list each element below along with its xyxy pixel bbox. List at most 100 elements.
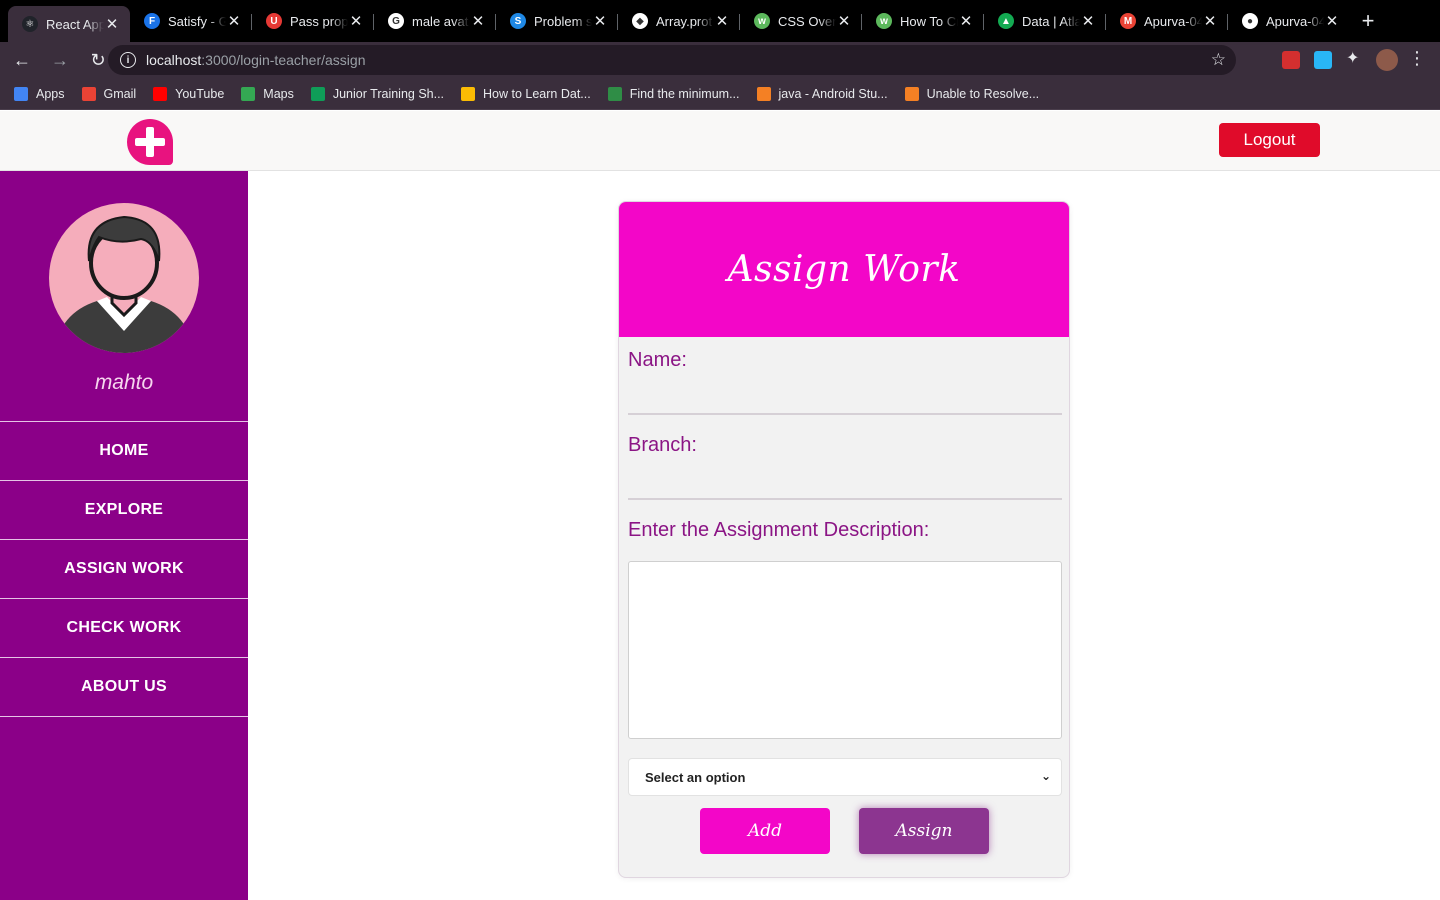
bookmark-label: How to Learn Dat...	[483, 86, 591, 101]
browser-tab[interactable]: Gmale avat ✕	[374, 0, 496, 42]
browser-tab[interactable]: w How To Cr ✕	[862, 0, 984, 42]
bookmark-label: Gmail	[103, 86, 137, 101]
bookmark-item[interactable]: Find the minimum...	[607, 86, 740, 101]
bookmark-favicon-icon	[14, 86, 28, 101]
tab-favicon-icon: ⚛	[22, 16, 38, 32]
profile-avatar[interactable]	[1376, 49, 1398, 71]
sidebar-item-check-work[interactable]: CHECK WORK	[0, 599, 248, 658]
browser-tab[interactable]: ⚛ React App ✕	[8, 6, 130, 42]
tab-title: Pass prop	[290, 13, 348, 29]
name-field[interactable]	[628, 413, 1062, 415]
avatar	[49, 203, 199, 353]
tab-title: Apurva-04	[1144, 13, 1202, 29]
puzzle-icon[interactable]: ✦	[1346, 48, 1364, 67]
browser-tab[interactable]: M Apurva-04 ✕	[1106, 0, 1228, 42]
description-label: Enter the Assignment Description:	[628, 519, 930, 541]
close-icon[interactable]: ✕	[226, 12, 242, 30]
close-icon[interactable]: ✕	[348, 12, 364, 30]
bookmark-item[interactable]: Junior Training Sh...	[310, 86, 445, 101]
close-icon[interactable]: ✕	[1324, 12, 1340, 30]
app-header: Logout	[0, 111, 1440, 171]
branch-field[interactable]	[628, 498, 1062, 500]
site-info-icon[interactable]: i	[120, 52, 136, 68]
bookmark-item[interactable]: YouTube	[153, 86, 224, 101]
bookmark-item[interactable]: Gmail	[81, 86, 137, 101]
bookmark-item[interactable]: How to Learn Dat...	[461, 86, 591, 101]
browser-toolbar: ← → ↻ i localhost:3000/login-teacher/ass…	[0, 42, 1440, 78]
browser-tab[interactable]: S Problem s ✕	[496, 0, 618, 42]
browser-tab[interactable]: ▲ Data | Atla ✕	[984, 0, 1106, 42]
sidebar: mahto HOME EXPLORE ASSIGN WORK CHECK WOR…	[0, 171, 248, 900]
close-icon[interactable]: ✕	[836, 12, 852, 30]
browser-tab[interactable]: ◆ Array.prot ✕	[618, 0, 740, 42]
close-icon[interactable]: ✕	[1202, 12, 1218, 30]
tab-favicon-icon: ▲	[998, 13, 1014, 29]
sidebar-item-explore[interactable]: EXPLORE	[0, 481, 248, 540]
browser-tab[interactable]: ● Apurva-04 ✕	[1228, 0, 1350, 42]
extension-icon[interactable]	[1282, 51, 1300, 69]
bookmark-item[interactable]: Apps	[14, 86, 65, 101]
sidebar-menu: HOME EXPLORE ASSIGN WORK CHECK WORK ABOU…	[0, 421, 248, 717]
tab-favicon-icon: M	[1120, 13, 1136, 29]
add-button[interactable]: Add	[700, 808, 830, 854]
bookmark-item[interactable]: java - Android Stu...	[756, 86, 888, 101]
bookmark-favicon-icon	[241, 86, 256, 101]
extension-icon[interactable]	[1314, 51, 1332, 69]
option-select[interactable]: Select an option ⌄	[628, 758, 1062, 796]
close-icon[interactable]: ✕	[104, 15, 120, 33]
medical-cross-logo[interactable]	[127, 119, 173, 165]
browser-tab[interactable]: F Satisfy - G ✕	[130, 0, 252, 42]
chevron-down-icon: ⌄	[1040, 769, 1051, 783]
select-value: Select an option	[645, 769, 746, 785]
bookmark-favicon-icon	[81, 86, 96, 101]
bookmark-item[interactable]: Maps	[241, 86, 294, 101]
bookmark-favicon-icon	[756, 86, 771, 101]
tab-title: Apurva-04	[1266, 13, 1324, 29]
assign-work-card: Assign Work Name: Branch: Enter the Assi…	[618, 201, 1070, 878]
tab-favicon-icon: G	[388, 13, 404, 29]
bookmark-label: Find the minimum...	[629, 86, 740, 101]
close-icon[interactable]: ✕	[1080, 12, 1096, 30]
bookmark-favicon-icon	[904, 86, 919, 101]
bookmark-favicon-icon	[310, 86, 325, 101]
browser-tab[interactable]: U Pass prop ✕	[252, 0, 374, 42]
forward-icon[interactable]: →	[44, 44, 76, 76]
tab-title: male avat	[412, 13, 469, 29]
bookmark-label: java - Android Stu...	[778, 86, 888, 101]
sidebar-item-about-us[interactable]: ABOUT US	[0, 658, 248, 717]
assign-button[interactable]: Assign	[859, 808, 989, 854]
close-icon[interactable]: ✕	[714, 12, 730, 30]
tab-favicon-icon: F	[144, 13, 160, 29]
tab-title: React App	[46, 16, 104, 32]
sidebar-item-home[interactable]: HOME	[0, 422, 248, 481]
url-path: :3000/login-teacher/assign	[201, 52, 366, 68]
bookmark-label: Junior Training Sh...	[332, 86, 445, 101]
url-host: localhost	[146, 52, 202, 68]
tab-title: Array.prot	[656, 13, 713, 29]
bookmark-favicon-icon	[607, 86, 622, 101]
tab-title: Problem s	[534, 13, 592, 29]
tab-favicon-icon: w	[876, 13, 892, 29]
address-bar[interactable]: i localhost:3000/login-teacher/assign ☆	[108, 45, 1236, 75]
menu-kebab-icon[interactable]: ⋮	[1408, 48, 1426, 69]
bookmark-item[interactable]: Unable to Resolve...	[904, 86, 1040, 101]
card-header: Assign Work	[619, 202, 1069, 337]
browser-tab[interactable]: w CSS Overf ✕	[740, 0, 862, 42]
close-icon[interactable]: ✕	[592, 12, 608, 30]
card-title: Assign Work	[727, 249, 961, 290]
bookmark-label: Maps	[263, 86, 294, 101]
description-textarea[interactable]	[628, 561, 1062, 739]
sidebar-item-assign-work[interactable]: ASSIGN WORK	[0, 540, 248, 599]
close-icon[interactable]: ✕	[958, 12, 974, 30]
username: mahto	[94, 371, 154, 394]
back-icon[interactable]: ←	[6, 44, 38, 76]
close-icon[interactable]: ✕	[470, 12, 486, 30]
logout-button[interactable]: Logout	[1219, 123, 1320, 157]
male-avatar-icon	[54, 215, 194, 353]
new-tab-icon[interactable]: +	[1350, 0, 1386, 42]
tab-favicon-icon: w	[754, 13, 770, 29]
bookmark-label: Unable to Resolve...	[926, 86, 1040, 101]
bookmark-star-icon[interactable]: ☆	[1211, 50, 1226, 70]
bookmark-label: Apps	[36, 86, 65, 101]
tab-title: How To Cr	[900, 13, 958, 29]
